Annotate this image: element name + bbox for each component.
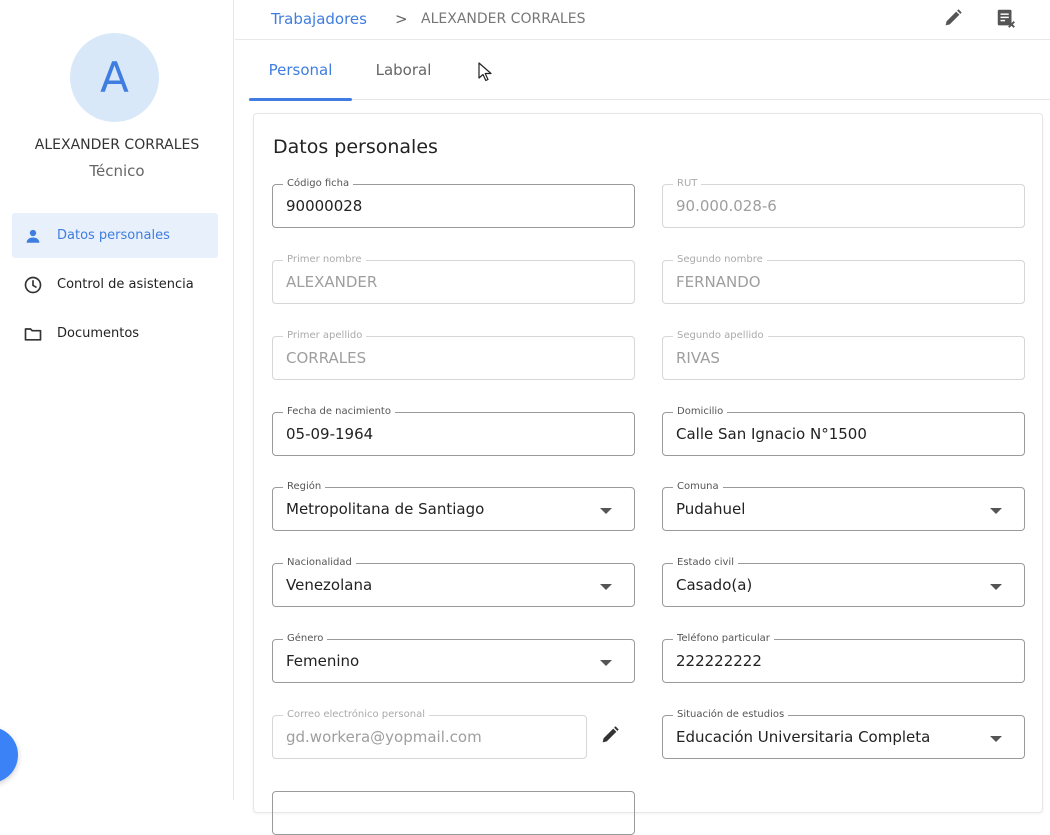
field-value: 90.000.028-6	[676, 197, 777, 215]
dropdown-arrow-icon	[600, 584, 612, 590]
tab-laboral[interactable]: Laboral	[352, 40, 455, 100]
breadcrumb-separator: >	[395, 10, 408, 28]
genero-select[interactable]: Género Femenino	[272, 632, 635, 683]
field-label: Género	[283, 632, 328, 646]
field-value: Pudahuel	[676, 500, 746, 518]
telefono-particular-field[interactable]: Teléfono particular 222222222	[662, 632, 1025, 683]
field-label: Región	[283, 480, 326, 494]
sidebar: A ALEXANDER CORRALES Técnico Datos perso…	[0, 0, 234, 800]
field-value: Calle San Ignacio N°1500	[676, 425, 867, 443]
field-value: Metropolitana de Santiago	[286, 500, 485, 518]
situacion-estudios-select[interactable]: Situación de estudios Educación Universi…	[662, 708, 1025, 759]
sidebar-item-control-asistencia[interactable]: Control de asistencia	[12, 262, 218, 307]
top-bar: Trabajadores > ALEXANDER CORRALES	[235, 0, 1050, 40]
clock-icon	[22, 274, 44, 296]
primer-apellido-field: Primer apellido CORRALES	[272, 329, 635, 380]
tab-label: Personal	[268, 61, 333, 79]
breadcrumb-parent-link[interactable]: Trabajadores	[271, 10, 367, 28]
field-value: FERNANDO	[676, 273, 761, 291]
field-value: CORRALES	[286, 349, 367, 367]
avatar: A	[70, 33, 159, 122]
field-label: Primer apellido	[283, 329, 367, 343]
dropdown-arrow-icon	[990, 508, 1002, 514]
tab-personal[interactable]: Personal	[249, 40, 352, 101]
field-label: RUT	[673, 177, 702, 191]
person-icon	[22, 225, 44, 247]
codigo-ficha-field[interactable]: Código ficha 90000028	[272, 177, 635, 228]
field-value: Femenino	[286, 652, 360, 670]
field-value: Venezolana	[286, 576, 373, 594]
field-label: Nacionalidad	[283, 556, 356, 570]
field-value: 05-09-1964	[286, 425, 374, 443]
field-label: Segundo nombre	[673, 253, 767, 267]
field-value: Educación Universitaria Completa	[676, 728, 931, 746]
sidebar-item-datos-personales[interactable]: Datos personales	[12, 213, 218, 258]
breadcrumb-current: ALEXANDER CORRALES	[421, 11, 586, 27]
field-label: Teléfono particular	[673, 632, 774, 646]
pencil-icon	[942, 7, 964, 33]
nacionalidad-select[interactable]: Nacionalidad Venezolana	[272, 556, 635, 607]
field-value: 90000028	[286, 197, 363, 215]
document-close-icon	[995, 7, 1017, 33]
field-label: Primer nombre	[283, 253, 366, 267]
personal-data-card: Datos personales Código ficha 90000028 R…	[253, 113, 1043, 835]
sidebar-item-label: Documentos	[57, 326, 140, 341]
field-label: Situación de estudios	[673, 708, 789, 722]
edit-email-button[interactable]	[598, 725, 622, 749]
segundo-nombre-field: Segundo nombre FERNANDO	[662, 253, 1025, 304]
field-value: Casado(a)	[676, 576, 753, 594]
field-label: Domicilio	[673, 405, 728, 419]
sidebar-item-label: Control de asistencia	[57, 277, 194, 292]
pencil-icon	[599, 724, 621, 750]
rut-field: RUT 90.000.028-6	[662, 177, 1025, 228]
dropdown-arrow-icon	[990, 736, 1002, 742]
tab-label: Laboral	[375, 61, 432, 79]
primer-nombre-field: Primer nombre ALEXANDER	[272, 253, 635, 304]
sidebar-item-documentos[interactable]: Documentos	[12, 311, 218, 356]
tab-bar: Personal Laboral	[249, 40, 1050, 101]
field-label: Fecha de nacimiento	[283, 405, 395, 419]
field-value: ALEXANDER	[286, 273, 378, 291]
field-value: 222222222	[676, 652, 762, 670]
field-value: gd.workera@yopmail.com	[286, 728, 482, 746]
field-label: Estado civil	[673, 556, 738, 570]
field-value: RIVAS	[676, 349, 720, 367]
field-label: Código ficha	[283, 177, 354, 191]
sidebar-nav: Datos personales Control de asistencia D…	[12, 213, 218, 360]
card-title: Datos personales	[273, 136, 438, 158]
segundo-apellido-field: Segundo apellido RIVAS	[662, 329, 1025, 380]
close-report-button[interactable]	[994, 8, 1018, 32]
correo-personal-field: Correo electrónico personal gd.workera@y…	[272, 708, 587, 759]
field-label: Segundo apellido	[673, 329, 768, 343]
sidebar-item-label: Datos personales	[57, 228, 170, 243]
user-role: Técnico	[89, 162, 145, 180]
folder-icon	[22, 323, 44, 345]
next-field[interactable]	[272, 791, 635, 835]
field-label: Comuna	[673, 480, 723, 494]
dropdown-arrow-icon	[990, 584, 1002, 590]
user-name: ALEXANDER CORRALES	[34, 137, 200, 153]
domicilio-field[interactable]: Domicilio Calle San Ignacio N°1500	[662, 405, 1025, 456]
active-tab-indicator	[249, 98, 352, 101]
region-select[interactable]: Región Metropolitana de Santiago	[272, 480, 635, 531]
comuna-select[interactable]: Comuna Pudahuel	[662, 480, 1025, 531]
field-label: Correo electrónico personal	[283, 708, 429, 722]
dropdown-arrow-icon	[600, 660, 612, 666]
floating-action-button[interactable]	[0, 727, 18, 783]
mouse-cursor-icon	[478, 62, 492, 86]
estado-civil-select[interactable]: Estado civil Casado(a)	[662, 556, 1025, 607]
fecha-nacimiento-field[interactable]: Fecha de nacimiento 05-09-1964	[272, 405, 635, 456]
dropdown-arrow-icon	[600, 508, 612, 514]
edit-button[interactable]	[941, 8, 965, 32]
